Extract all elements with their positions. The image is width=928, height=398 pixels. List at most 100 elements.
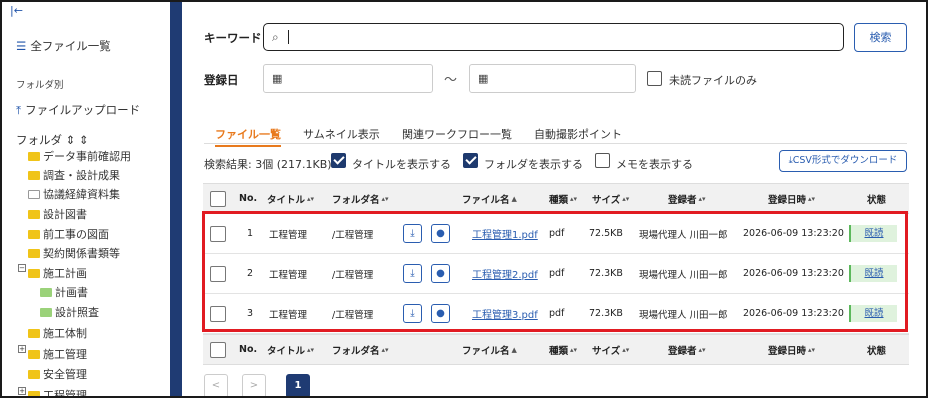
calendar-icon: ▦ (272, 72, 283, 85)
folder-icon (28, 152, 40, 161)
keyword-input[interactable]: ⌕ (263, 23, 844, 51)
show-memo-checkbox[interactable] (595, 153, 610, 168)
folder-icon (28, 269, 40, 278)
col-user[interactable]: 登録者 ▴▾ (668, 335, 706, 364)
sort-icon: ▴▾ (307, 194, 315, 203)
sort-icon: ▴▾ (307, 345, 315, 354)
tree-item-data-precheck[interactable]: データ事前確認用 (28, 150, 131, 164)
select-all-checkbox[interactable] (210, 341, 226, 358)
sort-icon: ▴▾ (381, 345, 389, 354)
show-memo-label: メモを表示する (616, 158, 693, 171)
tab-thumbnail[interactable]: サムネイル表示 (303, 126, 380, 142)
sort-icon: ▴▾ (570, 194, 578, 203)
folder-icon (28, 350, 40, 359)
list-icon: ☰ (16, 39, 27, 53)
csv-download-button[interactable]: ⤓CSV形式でダウンロード (779, 150, 907, 172)
col-size[interactable]: サイズ ▴▾ (592, 184, 629, 213)
tree-item-safety[interactable]: 安全管理 (28, 368, 87, 382)
sort-icon: ▴▾ (808, 345, 816, 354)
folder-icon (40, 308, 52, 317)
tree-item-schedule[interactable]: 工程管理 (28, 389, 87, 396)
tree-item-design-docs[interactable]: 設計図書 (28, 208, 87, 222)
col-date[interactable]: 登録日時 ▴▾ (768, 184, 815, 213)
col-file[interactable]: ファイル名 ▲ (462, 335, 517, 364)
tree-item-consultation[interactable]: 協議経緯資料集 (28, 188, 120, 202)
highlight-box (202, 211, 908, 332)
tree-item-survey[interactable]: 調査・設計成果 (28, 169, 120, 183)
col-user[interactable]: 登録者 ▴▾ (668, 184, 706, 213)
unread-only-label: 未読ファイルのみ (669, 74, 757, 87)
sidebar-upload[interactable]: ⤒ ファイルアップロード (16, 102, 140, 118)
app-window: |← ☰ 全ファイル一覧 フォルダ別 ⤒ ファイルアップロード フォルダ ⇕ ⇕ デ… (0, 0, 928, 398)
tree-item-contracts[interactable]: 契約関係書類等 (28, 247, 120, 261)
collapse-toggle-icon[interactable]: − (18, 264, 26, 272)
table-header: No. タイトル ▴▾ フォルダ名 ▴▾ ファイル名 ▲ 種類 ▴▾ サイズ ▴▾ 登録者… (203, 183, 909, 214)
expand-toggle-icon[interactable]: + (18, 345, 26, 353)
sort-icon: ▴▾ (622, 345, 630, 354)
table-footer-header: No. タイトル ▴▾ フォルダ名 ▴▾ ファイル名 ▲ 種類 ▴▾ サイズ ▴▾ 登録者… (203, 334, 909, 365)
tree-item-construction-plan[interactable]: 施工計画 (28, 267, 87, 281)
folder-icon (28, 171, 40, 180)
col-title[interactable]: タイトル ▴▾ (267, 335, 314, 364)
date-to-input[interactable]: ▦ (469, 64, 636, 93)
folder-icon (28, 391, 40, 396)
show-title-checkbox[interactable] (331, 153, 346, 168)
folder-icon (28, 249, 40, 258)
tree-item-construction-system[interactable]: 施工体制 (28, 327, 87, 341)
col-title[interactable]: タイトル ▴▾ (267, 184, 314, 213)
date-from-input[interactable]: ▦ (263, 64, 433, 93)
by-folder-label: フォルダ別 (16, 80, 64, 91)
show-folder-checkbox[interactable] (463, 153, 478, 168)
unread-only-checkbox[interactable] (647, 71, 662, 86)
date-label: 登録日 (204, 73, 239, 87)
prev-page-button[interactable]: < (204, 374, 228, 396)
date-separator: ～ (444, 73, 458, 88)
results-summary: 検索結果: 3個 (217.1KB) (204, 158, 332, 171)
collapse-sidebar-icon[interactable]: |← (10, 4, 23, 17)
keyword-label: キーワード (204, 31, 262, 45)
calendar-icon: ▦ (478, 72, 489, 85)
folder-icon (40, 288, 52, 297)
search-button[interactable]: 検索 (854, 23, 907, 52)
sort-desc-icon[interactable]: ⇕ (79, 133, 89, 147)
select-all-checkbox[interactable] (210, 190, 226, 207)
tree-item-construction-mgmt[interactable]: 施工管理 (28, 348, 87, 362)
sort-icon: ▴▾ (570, 345, 578, 354)
expand-toggle-icon[interactable]: + (18, 387, 26, 395)
page-1-button[interactable]: 1 (286, 374, 310, 396)
folder-icon (28, 329, 40, 338)
tab-workflow[interactable]: 関連ワークフロー一覧 (402, 126, 512, 142)
tab-divider (204, 143, 907, 144)
tree-item-previous-drawings[interactable]: 前工事の図面 (28, 228, 109, 242)
col-status: 状態 (867, 345, 887, 357)
tree-item-plan-doc[interactable]: 計画書 (40, 286, 88, 300)
text-cursor (288, 30, 289, 44)
col-file[interactable]: ファイル名 ▲ (462, 184, 517, 213)
col-folder[interactable]: フォルダ名 ▴▾ (332, 184, 389, 213)
upload-icon: ⤒ (16, 103, 22, 117)
folder-icon (28, 370, 40, 379)
folder-header: フォルダ ⇕ ⇕ (16, 133, 89, 147)
tab-auto-capture[interactable]: 自動撮影ポイント (534, 126, 622, 142)
tree-item-design-check[interactable]: 設計照査 (40, 306, 99, 320)
show-title-label: タイトルを表示する (352, 158, 451, 171)
show-folder-label: フォルダを表示する (484, 158, 583, 171)
col-type[interactable]: 種類 ▴▾ (549, 335, 577, 364)
col-no: No. (239, 193, 258, 204)
sort-asc-icon[interactable]: ⇕ (66, 133, 76, 147)
col-folder[interactable]: フォルダ名 ▴▾ (332, 335, 389, 364)
col-type[interactable]: 種類 ▴▾ (549, 184, 577, 213)
folder-icon (28, 210, 40, 219)
search-icon: ⌕ (272, 30, 279, 44)
empty-folder-icon (28, 190, 40, 199)
col-size[interactable]: サイズ ▴▾ (592, 335, 629, 364)
col-no: No. (239, 344, 258, 355)
col-date[interactable]: 登録日時 ▴▾ (768, 335, 815, 364)
col-status: 状態 (867, 194, 887, 206)
sidebar-divider[interactable] (170, 2, 182, 396)
folder-icon (28, 230, 40, 239)
sort-icon: ▴▾ (808, 194, 816, 203)
sidebar-all-files[interactable]: ☰ 全ファイル一覧 (16, 38, 111, 54)
sort-icon: ▴▾ (381, 194, 389, 203)
next-page-button[interactable]: > (242, 374, 266, 396)
